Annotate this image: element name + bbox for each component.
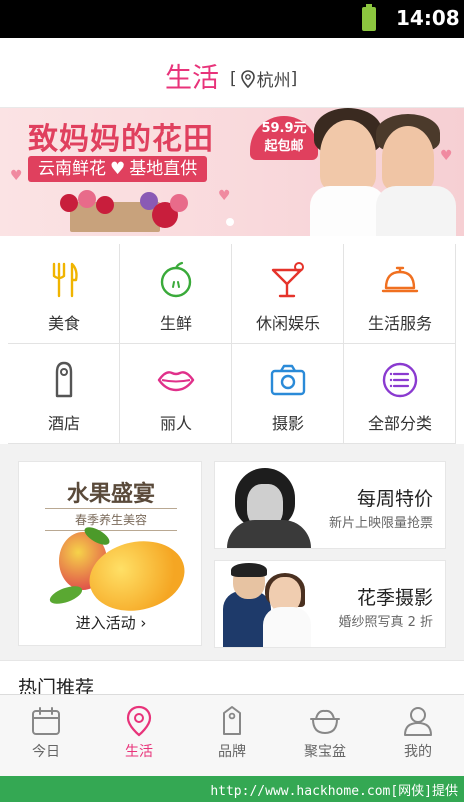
city-bracket-open: [	[230, 68, 237, 89]
banner-headline: 致妈妈的花田	[28, 122, 214, 157]
category-entertainment[interactable]: 休闲娱乐	[232, 244, 344, 344]
category-label: 全部分类	[367, 414, 432, 433]
promo-card-photography[interactable]: 花季摄影 婚纱照写真 2 折	[214, 560, 446, 648]
category-beauty[interactable]: 丽人	[120, 344, 232, 444]
heart-decoration-icon: ♥	[10, 168, 23, 184]
promo-card-weekly-deals[interactable]: 每周特价 新片上映限量抢票	[214, 461, 446, 549]
category-food[interactable]: 美食	[8, 244, 120, 344]
category-life-services[interactable]: 生活服务	[344, 244, 456, 344]
promo-title: 花季摄影	[356, 587, 433, 609]
nav-tab-life[interactable]: 生活	[93, 695, 185, 777]
promo-subtitle: 婚纱照写真 2 折	[338, 615, 433, 630]
nav-label: 聚宝盆	[304, 744, 346, 760]
city-name: 杭州	[256, 71, 291, 91]
promo-title: 每周特价	[356, 488, 433, 510]
promo-subtitle: 春季养生美容	[45, 508, 177, 531]
status-time: 14:08	[396, 6, 460, 30]
category-label: 生活服务	[367, 314, 432, 333]
heart-icon: ♥	[110, 159, 126, 179]
nav-tab-me[interactable]: 我的	[372, 695, 464, 777]
nav-label: 我的	[404, 744, 432, 760]
category-label: 酒店	[47, 414, 80, 433]
camera-icon	[270, 364, 306, 396]
calendar-icon	[32, 707, 60, 735]
banner-subline: 云南鲜花 ♥ 基地直供	[28, 156, 208, 182]
category-label: 生鲜	[159, 314, 192, 333]
door-hanger-icon	[55, 361, 73, 398]
watermark-text: http://www.hackhome.com[网侠]提供	[210, 784, 458, 799]
tag-icon	[223, 706, 241, 735]
promo-card-fruit[interactable]: 水果盛宴 春季养生美容 进入活动 ›	[18, 461, 202, 646]
wedding-couple-photo	[215, 561, 319, 647]
category-label: 丽人	[159, 414, 192, 433]
treasure-bowl-icon	[310, 709, 340, 734]
nav-tab-treasure[interactable]: 聚宝盆	[279, 695, 371, 777]
list-icon	[382, 362, 418, 398]
apple-icon	[160, 261, 192, 298]
watermark-bar: http://www.hackhome.com[网侠]提供	[0, 776, 464, 802]
battery-icon	[362, 4, 376, 31]
lips-icon	[157, 371, 195, 392]
category-fresh[interactable]: 生鲜	[120, 244, 232, 344]
category-hotel[interactable]: 酒店	[8, 344, 120, 444]
leaf-decoration	[47, 582, 85, 608]
nav-label: 品牌	[218, 744, 246, 760]
category-label: 美食	[47, 314, 80, 333]
banner-subline-right: 基地直供	[129, 159, 198, 179]
city-selector[interactable]: [ 杭州 ]	[230, 66, 298, 92]
mother-daughter-photo	[300, 108, 464, 236]
category-label: 摄影	[271, 414, 304, 433]
category-grid: 美食 生鲜 休闲娱乐 生活服务 酒店 丽人 摄影 全部分类	[8, 244, 456, 444]
location-pin-icon	[240, 69, 255, 88]
category-photography[interactable]: 摄影	[232, 344, 344, 444]
nav-label: 今日	[32, 744, 60, 760]
actor-photo	[221, 466, 317, 548]
cocktail-icon	[271, 262, 304, 298]
enter-activity-link[interactable]: 进入活动 ›	[19, 612, 203, 633]
nav-tab-brand[interactable]: 品牌	[186, 695, 278, 777]
heart-decoration-icon: ♥	[218, 188, 231, 204]
location-pin-icon	[126, 705, 152, 737]
hot-recommendations-section: 热门推荐	[0, 660, 464, 699]
app-header: 生活 [ 杭州 ]	[0, 38, 464, 108]
flower-box-image	[40, 188, 200, 234]
promo-title: 水果盛宴	[66, 482, 155, 507]
nav-label: 生活	[125, 744, 153, 760]
page-title: 生活	[165, 63, 219, 94]
utensils-icon	[52, 262, 78, 298]
promo-subtitle: 新片上映限量抢票	[328, 516, 433, 531]
person-icon	[404, 707, 432, 736]
service-bell-icon	[381, 266, 419, 293]
banner-subline-left: 云南鲜花	[38, 159, 106, 179]
category-all[interactable]: 全部分类	[344, 344, 456, 444]
carousel-indicator	[226, 218, 234, 226]
bottom-navigation: 今日 生活 品牌 聚宝盆 我的	[0, 694, 464, 776]
category-label: 休闲娱乐	[255, 314, 320, 333]
nav-tab-today[interactable]: 今日	[0, 695, 92, 777]
status-bar: 14:08	[0, 0, 464, 38]
city-bracket-close: ]	[290, 68, 298, 89]
promo-banner[interactable]: ♥ ♥ ♥ 致妈妈的花田 云南鲜花 ♥ 基地直供 59.9元 起包邮	[0, 108, 464, 236]
